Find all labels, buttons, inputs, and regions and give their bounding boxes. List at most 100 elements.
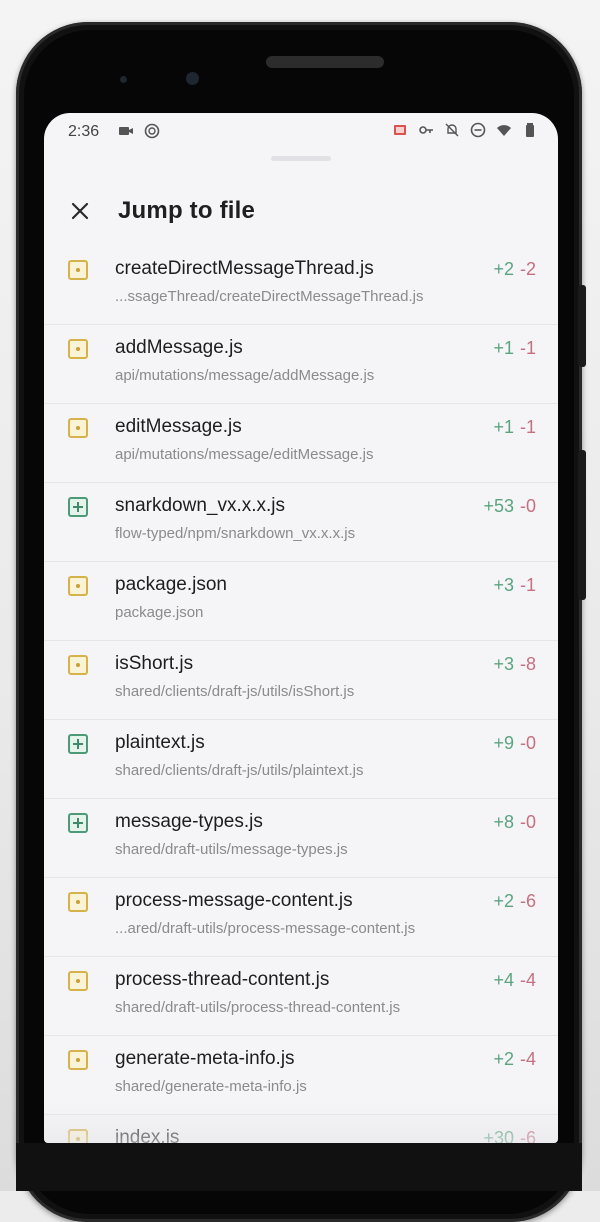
status-time: 2:36 <box>68 123 100 140</box>
status-bar: 2:36 <box>44 113 558 151</box>
additions-count: +53 <box>483 496 514 516</box>
deletions-count: -2 <box>519 259 536 279</box>
notifications-off-icon <box>445 123 459 137</box>
file-row[interactable]: message-types.js shared/draft-utils/messa… <box>44 799 558 878</box>
diff-stats: +8 -0 <box>493 812 536 833</box>
file-modified-icon <box>68 1129 88 1143</box>
additions-count: +2 <box>493 1049 514 1069</box>
file-name: addMessage.js <box>115 337 243 358</box>
file-path: package.json <box>115 604 204 621</box>
file-modified-icon <box>68 971 88 991</box>
additions-count: +1 <box>493 338 514 358</box>
file-path: shared/clients/draft-js/utils/isShort.js <box>115 683 355 700</box>
deletions-count: -4 <box>519 1049 536 1069</box>
diff-stats: +53 -0 <box>483 496 536 517</box>
diff-stats: +2 -2 <box>493 259 536 280</box>
additions-count: +2 <box>493 891 514 911</box>
file-path: shared/generate-meta-info.js <box>115 1078 307 1095</box>
file-added-icon <box>68 734 88 754</box>
file-modified-icon <box>68 892 88 912</box>
diff-stats: +3 -1 <box>493 575 536 596</box>
file-row[interactable]: editMessage.js api/mutations/message/edit… <box>44 404 558 483</box>
file-name: editMessage.js <box>115 416 242 437</box>
additions-count: +9 <box>493 733 514 753</box>
key-icon <box>419 126 433 134</box>
additions-count: +2 <box>493 259 514 279</box>
diff-stats: +3 -8 <box>493 654 536 675</box>
file-row[interactable]: addMessage.js api/mutations/message/addMe… <box>44 325 558 404</box>
file-row[interactable]: index.js +30 -6 <box>44 1115 558 1143</box>
file-modified-icon <box>68 1050 88 1070</box>
notification-icon <box>394 125 406 135</box>
additions-count: +1 <box>493 417 514 437</box>
file-row[interactable]: generate-meta-info.js shared/generate-met… <box>44 1036 558 1115</box>
front-camera-icon <box>186 72 199 85</box>
close-icon <box>71 202 89 220</box>
file-path: api/mutations/message/editMessage.js <box>115 446 374 463</box>
sheet-header: Jump to file <box>44 187 558 235</box>
file-name: generate-meta-info.js <box>115 1048 295 1069</box>
file-name: process-thread-content.js <box>115 969 330 990</box>
file-row[interactable]: package.json package.json +3 -1 <box>44 562 558 641</box>
file-row[interactable]: snarkdown_vx.x.x.js flow-typed/npm/snarkd… <box>44 483 558 562</box>
additions-count: +4 <box>493 970 514 990</box>
file-list: createDirectMessageThread.js ...ssageThre… <box>44 246 558 1143</box>
additions-count: +8 <box>493 812 514 832</box>
diff-stats: +2 -6 <box>493 891 536 912</box>
battery-icon <box>526 123 534 137</box>
file-path: ...ared/draft-utils/process-message-cont… <box>115 920 416 937</box>
deletions-count: -1 <box>519 338 536 358</box>
file-path: api/mutations/message/addMessage.js <box>115 367 375 384</box>
sensor-dot <box>120 76 127 83</box>
additions-count: +30 <box>483 1128 514 1143</box>
file-row[interactable]: plaintext.js shared/clients/draft-js/util… <box>44 720 558 799</box>
status-left-icons <box>118 123 160 139</box>
status-right-icons <box>392 122 538 138</box>
diff-stats: +2 -4 <box>493 1049 536 1070</box>
file-name: index.js <box>115 1127 180 1143</box>
file-path: flow-typed/npm/snarkdown_vx.x.x.js <box>115 525 356 542</box>
earpiece-speaker <box>266 56 384 68</box>
file-path: shared/draft-utils/process-thread-conten… <box>115 999 401 1016</box>
deletions-count: -1 <box>519 417 536 437</box>
file-row[interactable]: process-message-content.js ...ared/draft-… <box>44 878 558 957</box>
do-not-disturb-icon <box>470 122 486 138</box>
volume-button <box>578 450 586 600</box>
screen: 2:36 Jump to file createDirectMessageThr… <box>44 113 558 1143</box>
diff-stats: +4 -4 <box>493 970 536 991</box>
deletions-count: -0 <box>519 812 536 832</box>
sheet-drag-handle[interactable] <box>271 156 331 161</box>
power-button <box>578 285 586 367</box>
diff-stats: +30 -6 <box>483 1128 536 1143</box>
file-modified-icon <box>68 339 88 359</box>
file-name: snarkdown_vx.x.x.js <box>115 495 286 516</box>
file-row[interactable]: isShort.js shared/clients/draft-js/utils/… <box>44 641 558 720</box>
page-title: Jump to file <box>118 197 256 224</box>
file-path: shared/clients/draft-js/utils/plaintext.… <box>115 762 364 779</box>
deletions-count: -8 <box>519 654 536 674</box>
file-modified-icon <box>68 576 88 596</box>
wifi-icon <box>497 125 511 136</box>
additions-count: +3 <box>493 654 514 674</box>
deletions-count: -6 <box>519 891 536 911</box>
deletions-count: -1 <box>519 575 536 595</box>
file-modified-icon <box>68 260 88 280</box>
file-path: ...ssageThread/createDirectMessageThread… <box>115 288 424 305</box>
file-row[interactable]: createDirectMessageThread.js ...ssageThre… <box>44 246 558 325</box>
deletions-count: -0 <box>519 733 536 753</box>
deletions-count: -0 <box>519 496 536 516</box>
diff-stats: +1 -1 <box>493 338 536 359</box>
file-name: message-types.js <box>115 811 263 832</box>
file-modified-icon <box>68 418 88 438</box>
file-added-icon <box>68 813 88 833</box>
close-button[interactable] <box>64 195 96 227</box>
video-camera-icon <box>119 127 133 135</box>
file-name: isShort.js <box>115 653 194 674</box>
phone-bottom-bezel <box>16 1143 582 1191</box>
deletions-count: -4 <box>519 970 536 990</box>
file-added-icon <box>68 497 88 517</box>
file-row[interactable]: process-thread-content.js shared/draft-ut… <box>44 957 558 1036</box>
additions-count: +3 <box>493 575 514 595</box>
file-path: shared/draft-utils/message-types.js <box>115 841 348 858</box>
sync-circle-icon <box>144 123 160 139</box>
